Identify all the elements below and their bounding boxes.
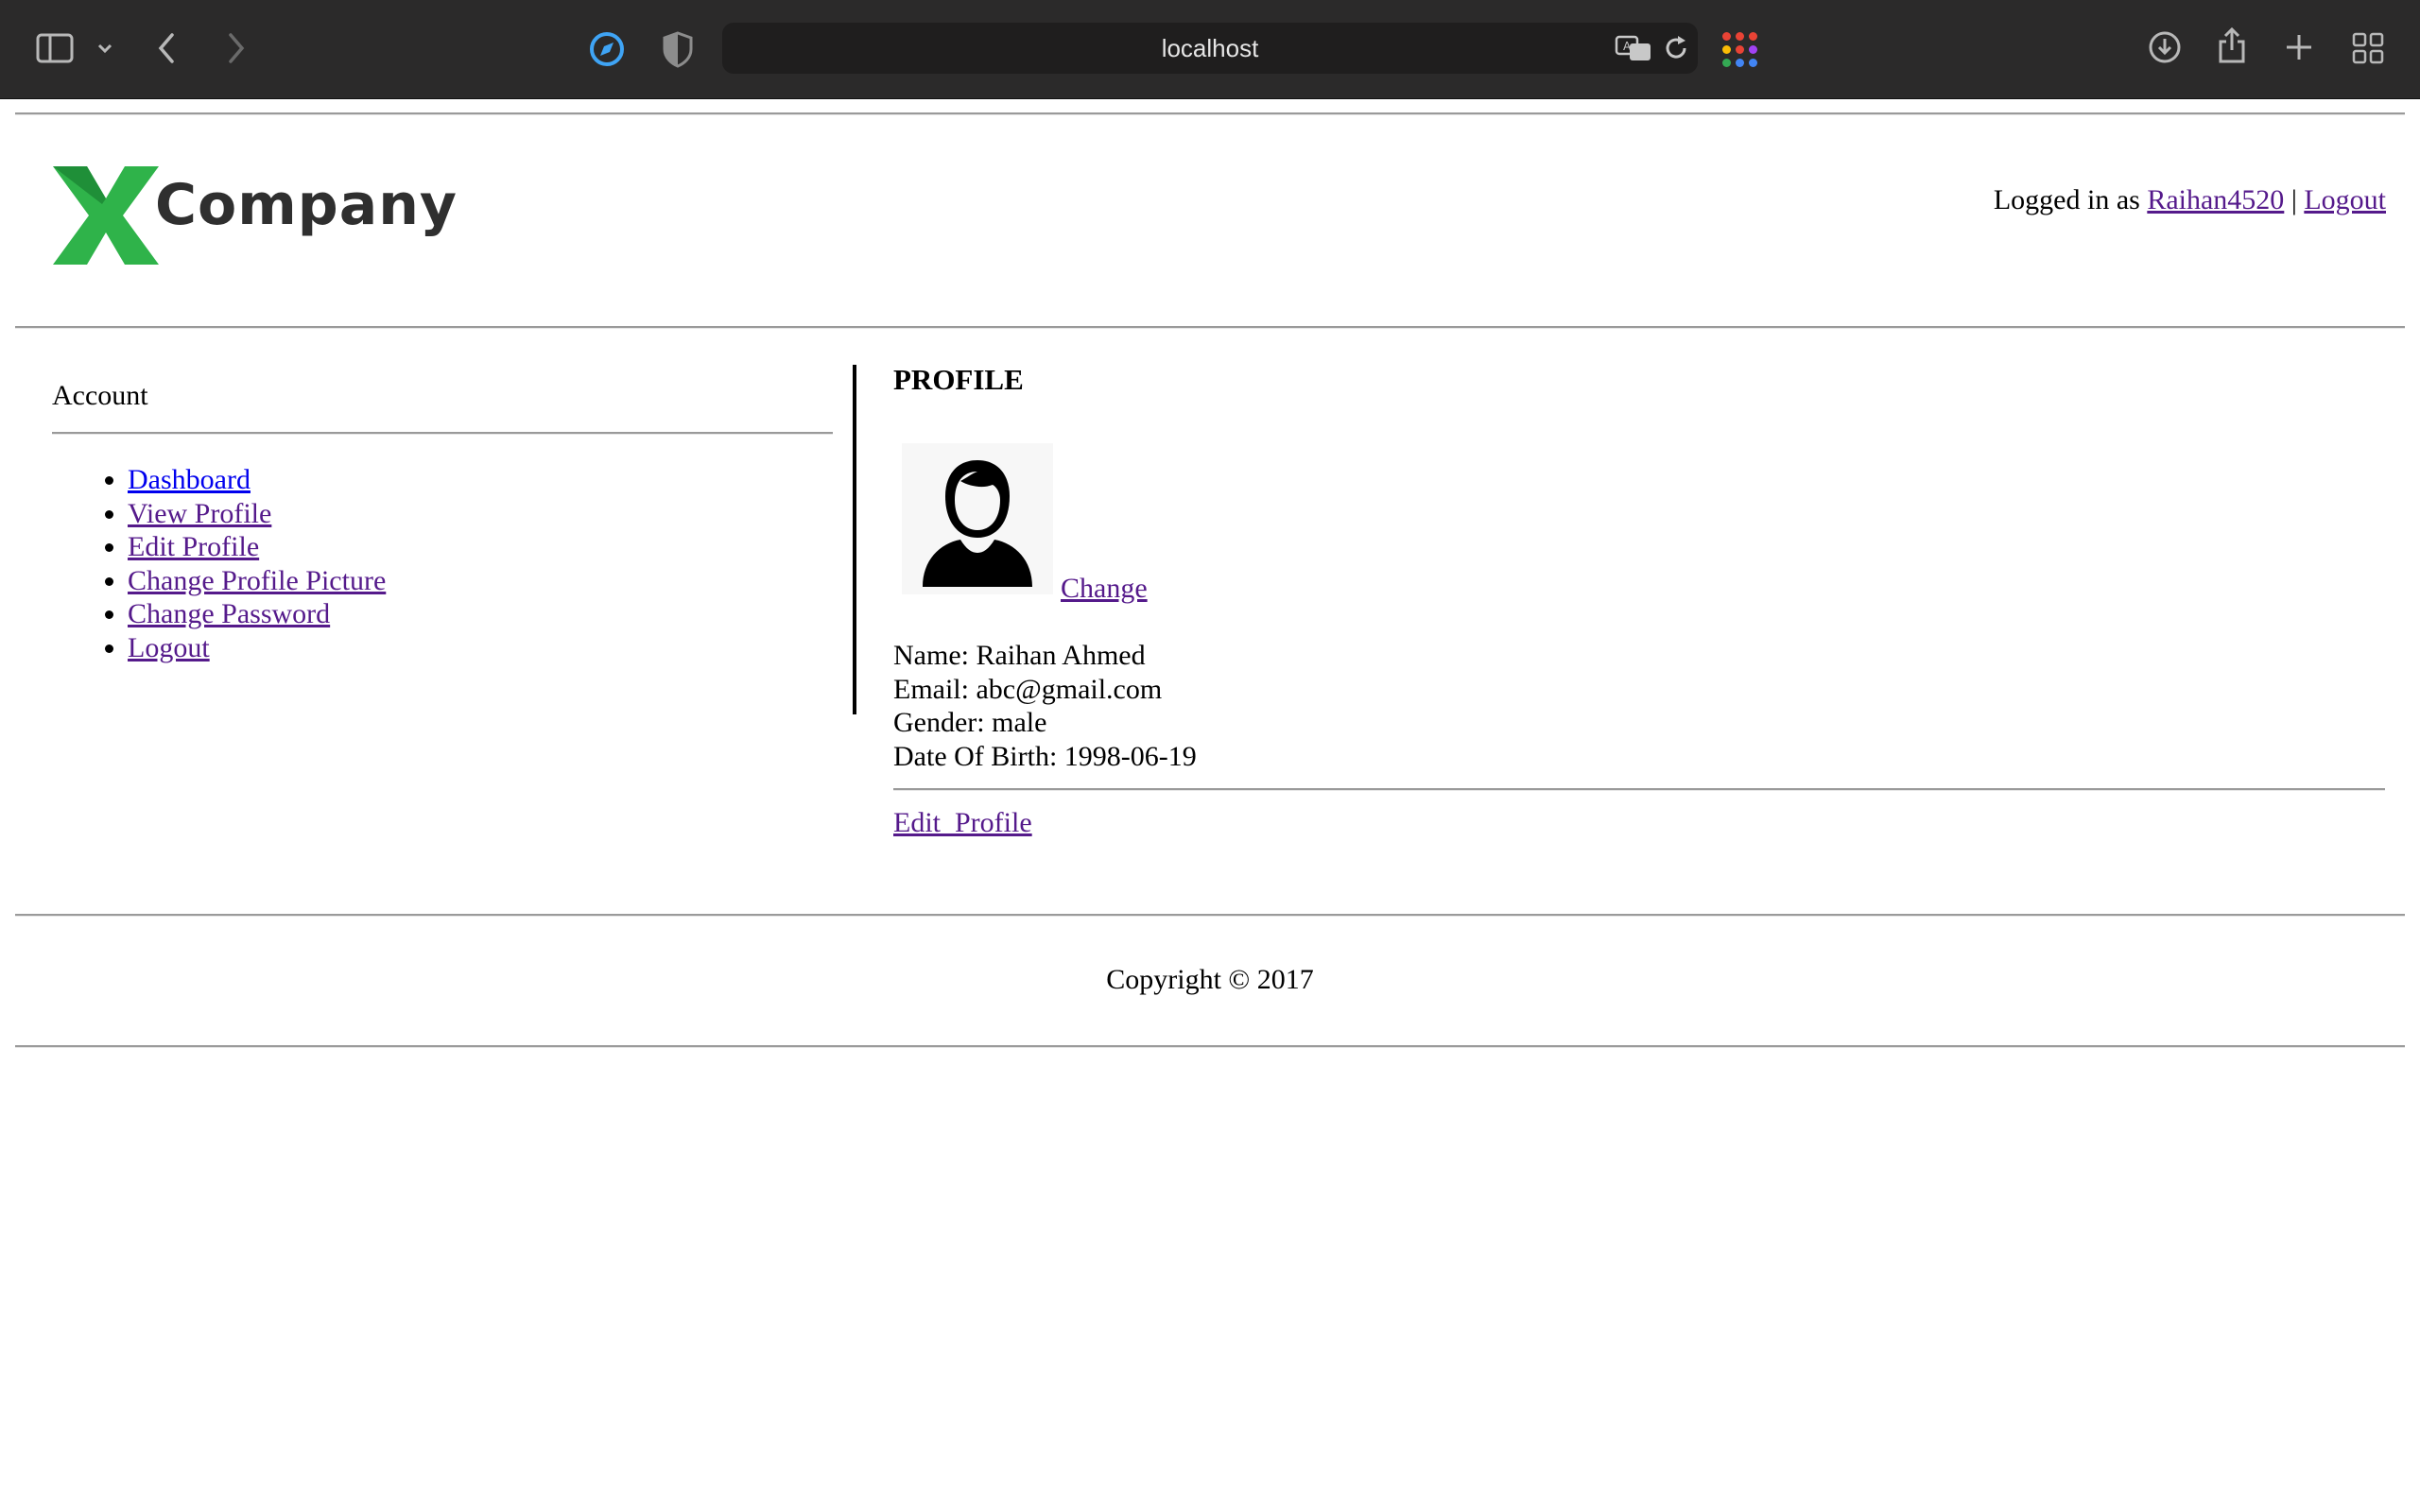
svg-text:A: A bbox=[1623, 40, 1632, 53]
download-icon[interactable] bbox=[2148, 30, 2182, 64]
tab-overview-icon[interactable] bbox=[2352, 32, 2384, 64]
sidebar-item-edit-profile: Edit Profile bbox=[128, 530, 386, 564]
user-status: Logged in as Raihan4520 | Logout bbox=[1994, 183, 2386, 217]
top-rule bbox=[15, 112, 2405, 115]
sidebar-icon[interactable] bbox=[36, 32, 76, 64]
profile-title: PROFILE bbox=[893, 363, 1024, 396]
change-password-link[interactable]: Change Password bbox=[128, 598, 330, 629]
separator: | bbox=[2290, 184, 2297, 215]
footer-top-rule bbox=[15, 914, 2405, 917]
sidebar-item-change-password: Change Password bbox=[128, 597, 386, 631]
username-link[interactable]: Raihan4520 bbox=[2147, 184, 2284, 215]
url-text: localhost bbox=[1161, 34, 1259, 62]
sidebar-logout-link[interactable]: Logout bbox=[128, 632, 210, 663]
view-profile-link[interactable]: View Profile bbox=[128, 498, 271, 529]
browser-toolbar: localhost A bbox=[0, 0, 2420, 99]
logo-wordmark: Company bbox=[155, 172, 458, 238]
profile-rule bbox=[893, 788, 2385, 791]
profile-name: Name: Raihan Ahmed bbox=[893, 640, 1146, 671]
company-logo[interactable]: Company bbox=[49, 163, 457, 268]
logged-in-label: Logged in as bbox=[1993, 184, 2140, 215]
address-bar[interactable]: localhost A bbox=[722, 23, 1698, 74]
reload-icon[interactable] bbox=[1662, 34, 1690, 62]
dashboard-link[interactable]: Dashboard bbox=[128, 464, 251, 495]
profile-email: Email: abc@gmail.com bbox=[893, 673, 1163, 705]
sidebar-title: Account bbox=[52, 380, 148, 411]
profile-info: Name: Raihan Ahmed Email: abc@gmail.com … bbox=[893, 639, 1197, 773]
sidebar-item-logout: Logout bbox=[128, 631, 386, 665]
translate-icon[interactable]: A bbox=[1615, 34, 1652, 62]
footer-bottom-rule bbox=[15, 1045, 2405, 1048]
header-rule bbox=[15, 326, 2405, 329]
header-logout-link[interactable]: Logout bbox=[2304, 184, 2386, 215]
sidebar-item-view-profile: View Profile bbox=[128, 497, 386, 531]
user-avatar-icon bbox=[923, 460, 1032, 587]
new-tab-icon[interactable] bbox=[2284, 32, 2314, 62]
privacy-compass-icon[interactable] bbox=[588, 30, 626, 68]
sidebar-item-dashboard: Dashboard bbox=[128, 463, 386, 497]
forward-icon[interactable] bbox=[225, 32, 246, 64]
profile-dob: Date Of Birth: 1998-06-19 bbox=[893, 740, 1197, 772]
copyright: Copyright © 2017 bbox=[1106, 964, 1314, 995]
back-icon[interactable] bbox=[157, 32, 178, 64]
profile-gender: Gender: male bbox=[893, 707, 1047, 739]
logo-x-icon bbox=[53, 166, 159, 265]
change-picture-inline-link[interactable]: Change bbox=[1061, 573, 1148, 605]
edit-profile-bottom-link[interactable]: Edit Profile bbox=[893, 807, 1032, 839]
column-divider bbox=[853, 365, 856, 714]
sidebar-menu: Dashboard View Profile Edit Profile Chan… bbox=[52, 463, 386, 665]
shield-icon[interactable] bbox=[662, 30, 694, 68]
chevron-down-icon[interactable] bbox=[96, 42, 113, 55]
change-picture-link[interactable]: Change Profile Picture bbox=[128, 565, 386, 596]
avatar bbox=[902, 443, 1053, 594]
share-icon[interactable] bbox=[2218, 26, 2246, 64]
sidebar-item-change-picture: Change Profile Picture bbox=[128, 564, 386, 598]
sidebar-rule bbox=[52, 432, 833, 435]
extensions-grid-icon[interactable] bbox=[1722, 32, 1758, 68]
edit-profile-link[interactable]: Edit Profile bbox=[128, 531, 259, 562]
